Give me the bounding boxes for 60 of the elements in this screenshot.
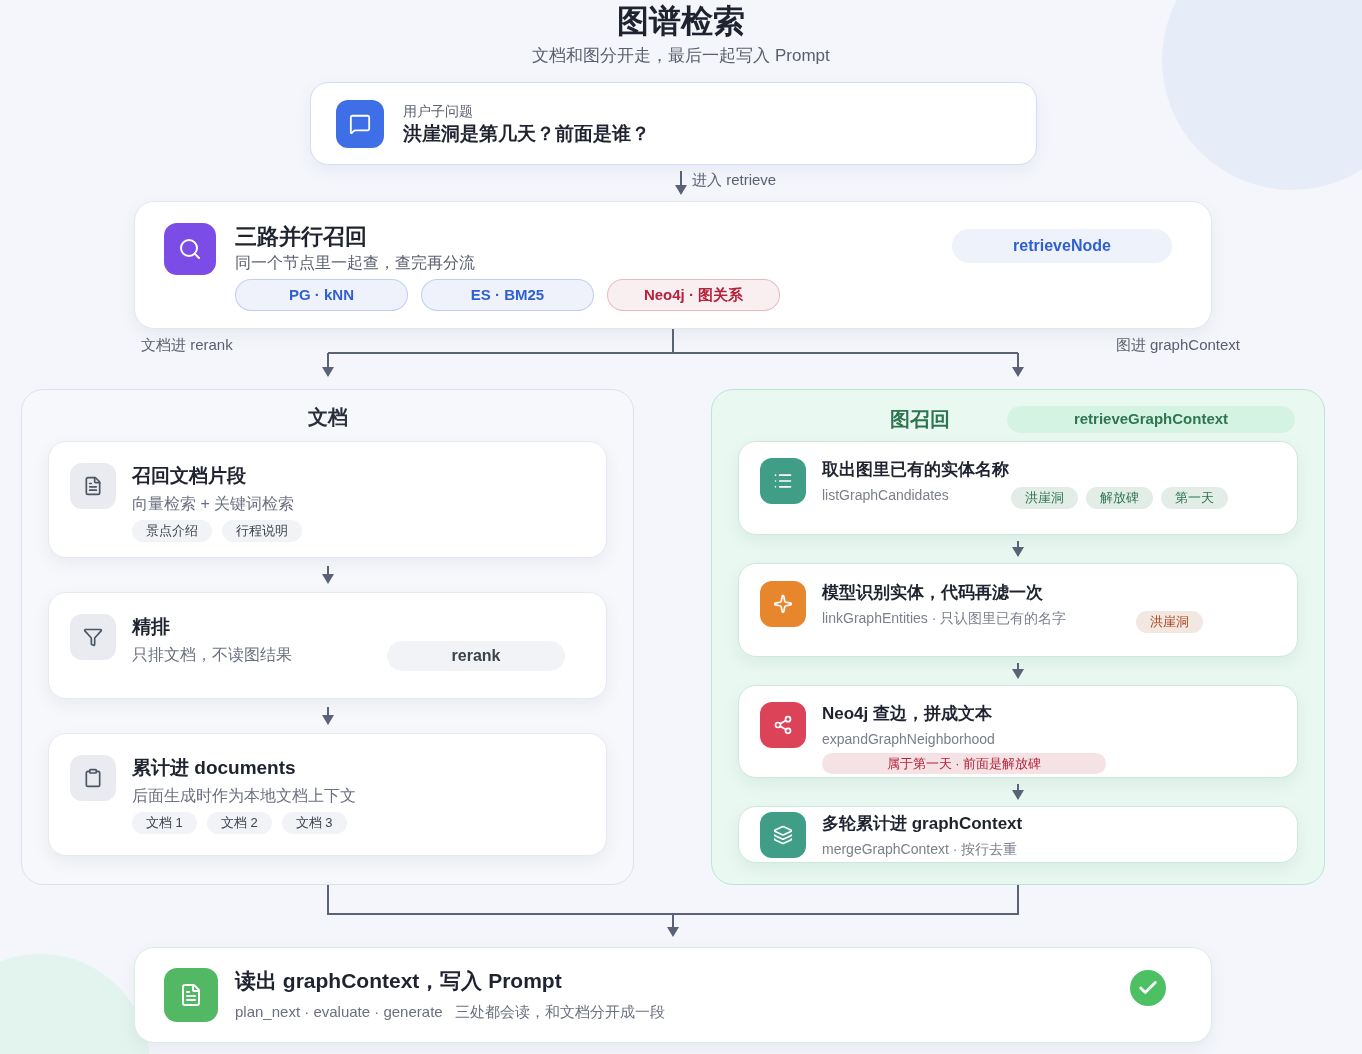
panel-title: 图召回 — [890, 407, 950, 432]
layers-icon — [773, 825, 793, 845]
step-title: 取出图里已有的实体名称 — [822, 459, 1010, 481]
chat-icon — [349, 112, 371, 135]
card-title: 读出 graphContext，写入 Prompt — [235, 968, 563, 994]
step-label: 进入 retrieve — [692, 169, 778, 190]
page-subtitle: 文档和图分开走，最后一起写入 Prompt — [532, 45, 830, 67]
card-description: plan_next · evaluate · generate 三处都会读，和文档分开成一段 — [235, 1002, 667, 1022]
filter-icon — [83, 627, 103, 647]
down-arrow — [1012, 663, 1024, 679]
step-title: 模型识别实体，代码再滤一次 — [822, 582, 1044, 604]
entity-tag: 洪崖洞 — [1010, 487, 1078, 509]
step-title: 多轮累计进 graphContext — [822, 813, 1024, 835]
panel-title: 文档 — [307, 405, 348, 430]
function-tag: retrieveGraphContext — [1007, 405, 1295, 433]
down-arrow — [675, 171, 687, 195]
function-tag: retrieveNode — [952, 229, 1172, 263]
tag: 文档 3 — [281, 812, 347, 834]
tag: 行程说明 — [222, 520, 302, 542]
source-tag: PG · kNN — [235, 279, 408, 311]
question-text: 洪崖洞是第几天？前面是谁？ — [403, 121, 650, 146]
step-description: 向量检索 + 关键词检索 — [132, 494, 296, 514]
step-title: 召回文档片段 — [132, 464, 247, 488]
step-description: linkGraphEntities · 只认图里已有的名字 — [822, 609, 1067, 628]
list-icon — [773, 471, 793, 491]
sparkle-icon — [773, 594, 793, 614]
tag: 景点介绍 — [132, 520, 212, 542]
down-arrow — [321, 707, 334, 725]
down-arrow — [1012, 784, 1024, 800]
card-description: 同一个节点里一起查，查完再分流 — [235, 253, 476, 273]
document-icon — [179, 983, 203, 1007]
check-icon — [1130, 970, 1166, 1006]
entity-tag: 洪崖洞 — [1136, 611, 1204, 633]
page-title: 图谱检索 — [617, 2, 745, 41]
result-tag: 属于第一天 · 前面是解放碑 — [822, 753, 1106, 774]
step-title: 累计进 documents — [132, 756, 297, 780]
clipboard-icon — [83, 768, 103, 788]
tag: 文档 1 — [132, 812, 197, 834]
entity-tag: 解放碑 — [1085, 487, 1153, 509]
function-tag: rerank — [387, 641, 565, 671]
step-description: expandGraphNeighborhood — [822, 730, 995, 749]
entity-tag: 第一天 — [1160, 487, 1228, 509]
branch-label: 文档进 rerank — [141, 335, 233, 355]
question-label: 用户子问题 — [403, 101, 474, 121]
down-arrow — [321, 566, 334, 584]
search-icon — [178, 237, 202, 261]
share-icon — [773, 715, 793, 735]
step-description: 只排文档，不读图结果 — [132, 645, 293, 665]
step-description: listGraphCandidates — [822, 486, 949, 505]
document-icon — [83, 476, 103, 496]
step-description: 后面生成时作为本地文档上下文 — [132, 786, 357, 806]
step-title: Neo4j 查边，拼成文本 — [822, 703, 994, 725]
source-tag: Neo4j · 图关系 — [607, 279, 780, 311]
step-title: 精排 — [132, 615, 171, 639]
down-arrow — [1012, 541, 1024, 557]
tag: 文档 2 — [206, 812, 272, 834]
branch-label: 图进 graphContext — [1115, 335, 1240, 355]
card-title: 三路并行召回 — [235, 223, 368, 251]
source-tag: ES · BM25 — [421, 279, 594, 311]
step-description: mergeGraphContext · 按行去重 — [822, 840, 1018, 859]
